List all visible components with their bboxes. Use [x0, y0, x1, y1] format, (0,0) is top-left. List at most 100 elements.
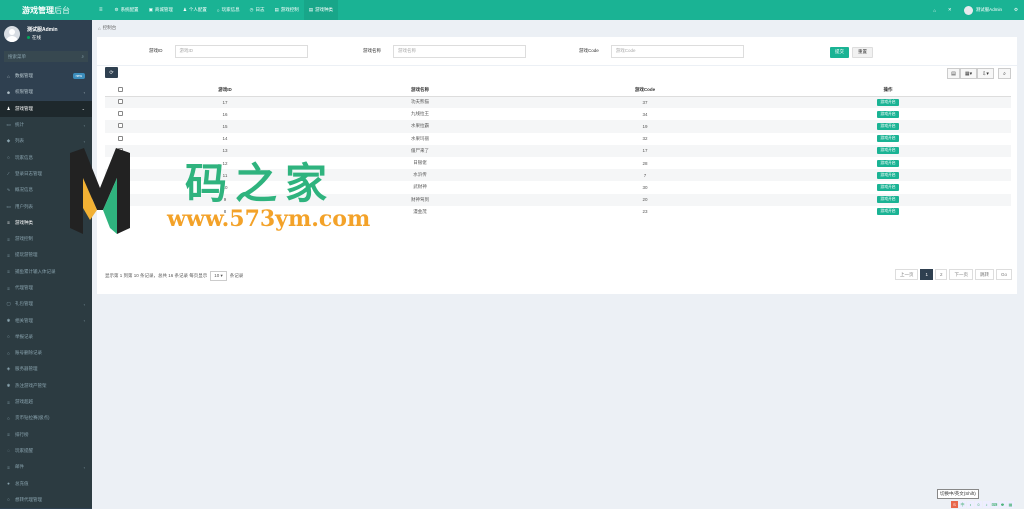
- sidebar-item[interactable]: ≡ 提玩游管理: [0, 247, 92, 264]
- top-tab[interactable]: ○ 玩家信息: [212, 0, 245, 20]
- row-checkbox[interactable]: [117, 147, 123, 153]
- home-icon[interactable]: ⌂: [927, 0, 942, 20]
- sidebar-item[interactable]: ≡ 邮件 ‹: [0, 459, 92, 476]
- top-tab[interactable]: ▤ 游戏控制: [270, 0, 304, 20]
- open-game-button[interactable]: 游戏开启: [877, 122, 899, 130]
- mic-icon[interactable]: ♪: [983, 501, 990, 508]
- sidebar-item[interactable]: ✱ 相关管理 ‹: [0, 312, 92, 329]
- row-checkbox[interactable]: [117, 172, 123, 178]
- col-game-name[interactable]: 游戏名称: [315, 85, 525, 97]
- refresh-icon[interactable]: ⟳: [105, 67, 118, 78]
- sidebar-item[interactable]: ▭ 用户列表: [0, 198, 92, 215]
- breadcrumb-label[interactable]: 控制台: [103, 25, 117, 31]
- table-row[interactable]: 9 财神驾到 20 游戏开启: [105, 193, 1011, 206]
- table-row[interactable]: 15 水果拉霸 19 游戏开启: [105, 120, 1011, 133]
- next-page-button[interactable]: 下一页: [949, 269, 973, 280]
- sidebar-item[interactable]: ◌ 玩家提醒: [0, 442, 92, 460]
- top-tab[interactable]: ◷ 日志: [245, 0, 270, 20]
- game-name-input[interactable]: 游戏名称: [393, 44, 526, 58]
- table-row[interactable]: 11 水浒传 7 游戏开启: [105, 169, 1011, 182]
- toggle-view-icon[interactable]: ▤: [947, 68, 960, 79]
- sidebar-item[interactable]: ● 总充值: [0, 475, 92, 492]
- sidebar-item[interactable]: ▭ 统计 ‹: [0, 116, 92, 134]
- sidebar-item[interactable]: ○ 账号删除记录: [0, 345, 92, 362]
- open-game-button[interactable]: 游戏开启: [877, 110, 899, 118]
- keyboard-icon[interactable]: ⌨: [991, 501, 998, 508]
- skin-icon[interactable]: ♚: [999, 501, 1006, 508]
- game-id-input[interactable]: 游戏ID: [174, 44, 308, 58]
- open-game-button[interactable]: 游戏开启: [877, 159, 899, 167]
- submit-button[interactable]: 提交: [830, 46, 849, 58]
- row-checkbox[interactable]: [117, 184, 123, 190]
- emoji-icon[interactable]: ☺: [975, 501, 982, 508]
- sidebar-item[interactable]: ≡ 代理管理: [0, 279, 92, 297]
- sidebar-item[interactable]: ◆ 列表 ‹: [0, 133, 92, 150]
- table-row[interactable]: 14 水果玛丽 32 游戏开启: [105, 133, 1011, 145]
- table-row[interactable]: 8 漫金茂 23 游戏开启: [105, 206, 1011, 218]
- fullscreen-icon[interactable]: ✕: [942, 0, 958, 20]
- table-row[interactable]: 17 功夫熊猫 37 游戏开启: [105, 96, 1011, 109]
- open-game-button[interactable]: 游戏开启: [877, 196, 899, 204]
- page-size-select[interactable]: 10 ▾: [210, 271, 227, 281]
- sidebar-item[interactable]: ♟ 游戏管理 ⌄: [0, 100, 92, 117]
- open-game-button[interactable]: 游戏开启: [877, 135, 899, 143]
- sidebar-item[interactable]: ○ 举报记录: [0, 328, 92, 346]
- go-button[interactable]: Go: [995, 269, 1012, 280]
- col-game-code[interactable]: 游戏Code: [525, 85, 765, 97]
- sidebar-item[interactable]: ⌂ 数据管理 new: [0, 68, 92, 84]
- page-2-button[interactable]: 2: [934, 269, 948, 280]
- top-tab[interactable]: ▤ 游戏种类: [303, 0, 339, 20]
- app-logo[interactable]: 游戏管理 后台: [0, 0, 92, 20]
- sidebar-item[interactable]: ○ 货币钻拉赛(极点): [0, 410, 92, 427]
- sidebar-item[interactable]: ⁄ 登录日志管理: [0, 165, 92, 183]
- jump-page-input[interactable]: 跳转: [974, 269, 994, 280]
- menu-search[interactable]: 搜索菜单 ⌕: [4, 51, 88, 62]
- menu-search-input[interactable]: 搜索菜单: [8, 54, 26, 60]
- punct-icon[interactable]: •: [967, 501, 974, 508]
- row-checkbox[interactable]: [117, 196, 123, 202]
- ime-mode-icon[interactable]: 中: [959, 501, 966, 508]
- table-row[interactable]: 13 僵尸来了 17 游戏开启: [105, 144, 1011, 157]
- settings-icon[interactable]: ⚙: [1008, 0, 1024, 20]
- sidebar-item[interactable]: ☻ 权限管理 ‹: [0, 84, 92, 100]
- row-checkbox[interactable]: [117, 123, 123, 129]
- sidebar-item[interactable]: ○ 想转代理管理: [0, 491, 92, 509]
- search-icon[interactable]: ⌕: [998, 68, 1011, 79]
- table-row[interactable]: 12 日银佬 28 游戏开启: [105, 157, 1011, 169]
- sidebar-item[interactable]: ≡ 捕鱼累计输入体记录: [0, 263, 92, 280]
- select-all-checkbox[interactable]: [117, 87, 123, 93]
- col-game-id[interactable]: 游戏ID: [135, 85, 315, 97]
- sidebar-item[interactable]: ≡ 游戏种类: [0, 214, 92, 231]
- search-icon[interactable]: ⌕: [81, 54, 84, 59]
- sidebar-item[interactable]: ≡ 排行榜: [0, 426, 92, 443]
- table-row[interactable]: 10 武财神 30 游戏开启: [105, 181, 1011, 193]
- row-checkbox[interactable]: [117, 135, 123, 141]
- game-code-input[interactable]: 游戏Code: [610, 44, 744, 58]
- export-icon[interactable]: ⇩▾: [977, 68, 994, 79]
- top-tab[interactable]: ♟ 个人配置: [178, 0, 212, 20]
- tools-icon[interactable]: ▦: [1007, 501, 1014, 508]
- columns-icon[interactable]: ▦▾: [960, 68, 977, 79]
- page-1-button[interactable]: 1: [920, 269, 933, 280]
- sidebar-item[interactable]: ○ 玩家信息: [0, 149, 92, 166]
- top-tab[interactable]: ▣ 商城管理: [144, 0, 178, 20]
- ime-cn-icon[interactable]: S: [951, 501, 958, 508]
- open-game-button[interactable]: 游戏开启: [877, 208, 899, 216]
- open-game-button[interactable]: 游戏开启: [877, 171, 899, 179]
- reset-button[interactable]: 重置: [852, 46, 873, 58]
- row-checkbox[interactable]: [117, 208, 123, 214]
- sidebar-item[interactable]: ≡ 游戏超越: [0, 393, 92, 411]
- prev-page-button[interactable]: 上一页: [894, 269, 919, 280]
- sidebar-item[interactable]: ▢ 礼包管理 ‹: [0, 296, 92, 313]
- sidebar-item[interactable]: ◈ 服务器管理: [0, 361, 92, 378]
- sidebar-item[interactable]: ≡ 游戏控制: [0, 230, 92, 248]
- open-game-button[interactable]: 游戏开启: [877, 147, 899, 155]
- menu-toggle-icon[interactable]: ≡: [92, 0, 110, 20]
- open-game-button[interactable]: 游戏开启: [877, 98, 899, 106]
- row-checkbox[interactable]: [117, 160, 123, 166]
- table-row[interactable]: 16 九线拉王 34 游戏开启: [105, 108, 1011, 120]
- open-game-button[interactable]: 游戏开启: [877, 183, 899, 191]
- row-checkbox[interactable]: [117, 99, 123, 105]
- sidebar-item[interactable]: ✱ 热注游戏产管架: [0, 377, 92, 394]
- sidebar-item[interactable]: ∿ 概况信息: [0, 182, 92, 199]
